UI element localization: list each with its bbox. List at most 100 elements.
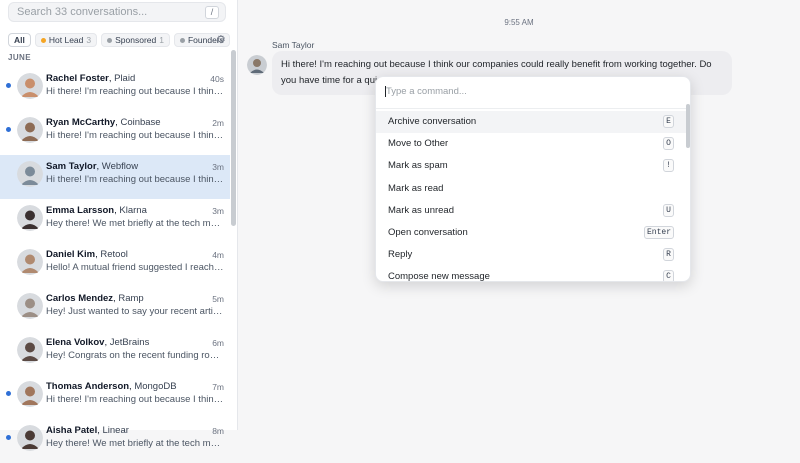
founders-dot-icon [179, 37, 185, 43]
unread-dot-icon [6, 391, 11, 396]
contact-company: Ramp [118, 293, 144, 304]
message-preview: Hi there! I'm reaching out because I thi… [46, 86, 224, 97]
sender-name: Sam Taylor [272, 40, 315, 50]
conversation-time: 3m [212, 206, 224, 216]
avatar [17, 205, 43, 231]
unread-dot-icon [6, 127, 11, 132]
contact-name-line: Elena Volkov, JetBrains [46, 337, 149, 348]
contact-name-line: Aisha Patel, Linear [46, 425, 129, 436]
avatar [17, 161, 43, 187]
unread-dot-icon [6, 435, 11, 440]
contact-company: Coinbase [120, 117, 161, 128]
command-item[interactable]: Mark as read [376, 178, 690, 200]
shortcut-key: R [663, 248, 674, 262]
contact-name-line: Rachel Foster, Plaid [46, 73, 135, 84]
command-item[interactable]: Archive conversation E [376, 111, 690, 134]
conversation-row[interactable]: Emma Larsson, Klarna 3m Hey there! We met … [0, 199, 230, 243]
contact-name-line: Emma Larsson, Klarna [46, 205, 147, 216]
contact-name: Emma Larsson [46, 205, 115, 216]
contact-name: Aisha Patel [46, 425, 98, 436]
contact-company: Plaid [114, 73, 136, 84]
conversation-row[interactable]: Aisha Patel, Linear 8m Hey there! We met b… [0, 419, 230, 463]
contact-company: Linear [102, 425, 129, 436]
text-caret [385, 86, 386, 97]
filter-sponsored-count: 1 [159, 35, 164, 45]
conversation-row[interactable]: Carlos Mendez, Ramp 5m Hey! Just wanted to… [0, 287, 230, 331]
contact-company: JetBrains [109, 337, 150, 348]
palette-scrollbar[interactable] [686, 104, 690, 148]
filter-all-label: All [14, 35, 25, 45]
message-preview: Hey there! We met briefly at the tech me… [46, 438, 224, 449]
conversation-time: 2m [212, 118, 224, 128]
conversation-row[interactable]: Rachel Foster, Plaid 40s Hi there! I'm rea… [0, 67, 230, 111]
conversation-row[interactable]: Daniel Kim, Retool 4m Hello! A mutual frie… [0, 243, 230, 287]
message-preview: Hi there! I'm reaching out because I thi… [46, 394, 224, 405]
command-item[interactable]: Compose new message C [376, 266, 690, 282]
command-label: Open conversation [388, 226, 468, 238]
shortcut-key: U [663, 203, 674, 217]
command-label: Mark as read [388, 182, 444, 194]
message-preview: Hey! Congrats on the recent funding roun… [46, 350, 224, 361]
palette-divider [376, 108, 690, 109]
shortcut-key: O [663, 137, 674, 151]
search-input[interactable]: Search 33 conversations... / [8, 2, 226, 22]
filter-hot-lead[interactable]: Hot Lead 3 [34, 33, 98, 47]
contact-company: Webflow [101, 161, 139, 172]
avatar [17, 73, 43, 99]
conversation-row[interactable]: Ryan McCarthy, Coinbase 2m Hi there! I'm r… [0, 111, 230, 155]
command-label: Mark as unread [388, 204, 455, 216]
contact-name: Carlos Mendez [46, 293, 114, 304]
command-item[interactable]: Mark as spam! [376, 155, 690, 177]
conversation-list: Rachel Foster, Plaid 40s Hi there! I'm rea… [0, 67, 230, 463]
avatar [17, 337, 43, 363]
contact-name: Elena Volkov [46, 337, 105, 348]
sidebar-scrollbar[interactable] [231, 50, 236, 226]
message-preview: Hi there! I'm reaching out because I thi… [46, 174, 224, 185]
contact-name: Daniel Kim [46, 249, 96, 260]
command-item[interactable]: Move to Other O [376, 133, 690, 155]
contact-name-line: Thomas Anderson, MongoDB [46, 381, 177, 392]
conversation-row[interactable]: Thomas Anderson, MongoDB 7m Hi there! I'm … [0, 375, 230, 419]
conversation-row[interactable]: Sam Taylor, Webflow 3m Hi there! I'm reach… [0, 155, 230, 199]
command-item[interactable]: Mark as unread U [376, 200, 690, 222]
command-label: Compose new message [388, 271, 490, 282]
contact-name-line: Sam Taylor, Webflow [46, 161, 138, 172]
shortcut-key: Enter [643, 225, 674, 239]
command-label: Archive conversation [388, 116, 477, 127]
command-input[interactable] [384, 83, 674, 99]
sender-avatar [247, 55, 267, 75]
message-preview: Hey! Just wanted to say your recent arti… [46, 306, 224, 317]
contact-name: Rachel Foster [46, 73, 109, 84]
avatar [17, 425, 43, 451]
contact-name: Thomas Anderson [46, 381, 130, 392]
command-item[interactable]: Reply R [376, 244, 690, 266]
message-preview: Hi there! I'm reaching out because I thi… [46, 130, 224, 141]
sponsored-dot-icon [107, 37, 113, 43]
command-item[interactable]: Open conversation Enter [376, 222, 690, 244]
contact-name-line: Carlos Mendez, Ramp [46, 293, 144, 304]
filter-sponsored[interactable]: Sponsored 1 [101, 33, 170, 47]
avatar [17, 381, 43, 407]
command-palette: Archive conversation E Move to Other O Mark … [375, 76, 691, 282]
search-placeholder: Search 33 conversations... [17, 6, 148, 18]
section-label: JUNE [8, 53, 31, 62]
contact-company: Retool [100, 249, 128, 260]
filter-hot-lead-label: Hot Lead [48, 35, 84, 45]
gear-icon[interactable]: ⚙ [216, 34, 226, 46]
conversation-time: 8m [212, 426, 224, 436]
conversation-time: 3m [212, 162, 224, 172]
shortcut-key: ! [663, 159, 674, 173]
message-preview: Hello! A mutual friend suggested I reach… [46, 262, 224, 273]
conversation-time: 40s [210, 74, 224, 84]
contact-name-line: Ryan McCarthy, Coinbase [46, 117, 161, 128]
filter-hot-lead-count: 3 [86, 35, 92, 45]
contact-name: Ryan McCarthy [46, 117, 116, 128]
shortcut-key: C [663, 270, 674, 281]
contact-company: Klarna [119, 205, 147, 216]
command-label: Move to Other [388, 138, 449, 150]
conversation-row[interactable]: Elena Volkov, JetBrains 6m Hey! Congrats o… [0, 331, 230, 375]
contact-name: Sam Taylor [46, 161, 97, 172]
contact-name-line: Daniel Kim, Retool [46, 249, 128, 260]
filter-all[interactable]: All [8, 33, 31, 47]
conversation-time: 4m [212, 250, 224, 260]
